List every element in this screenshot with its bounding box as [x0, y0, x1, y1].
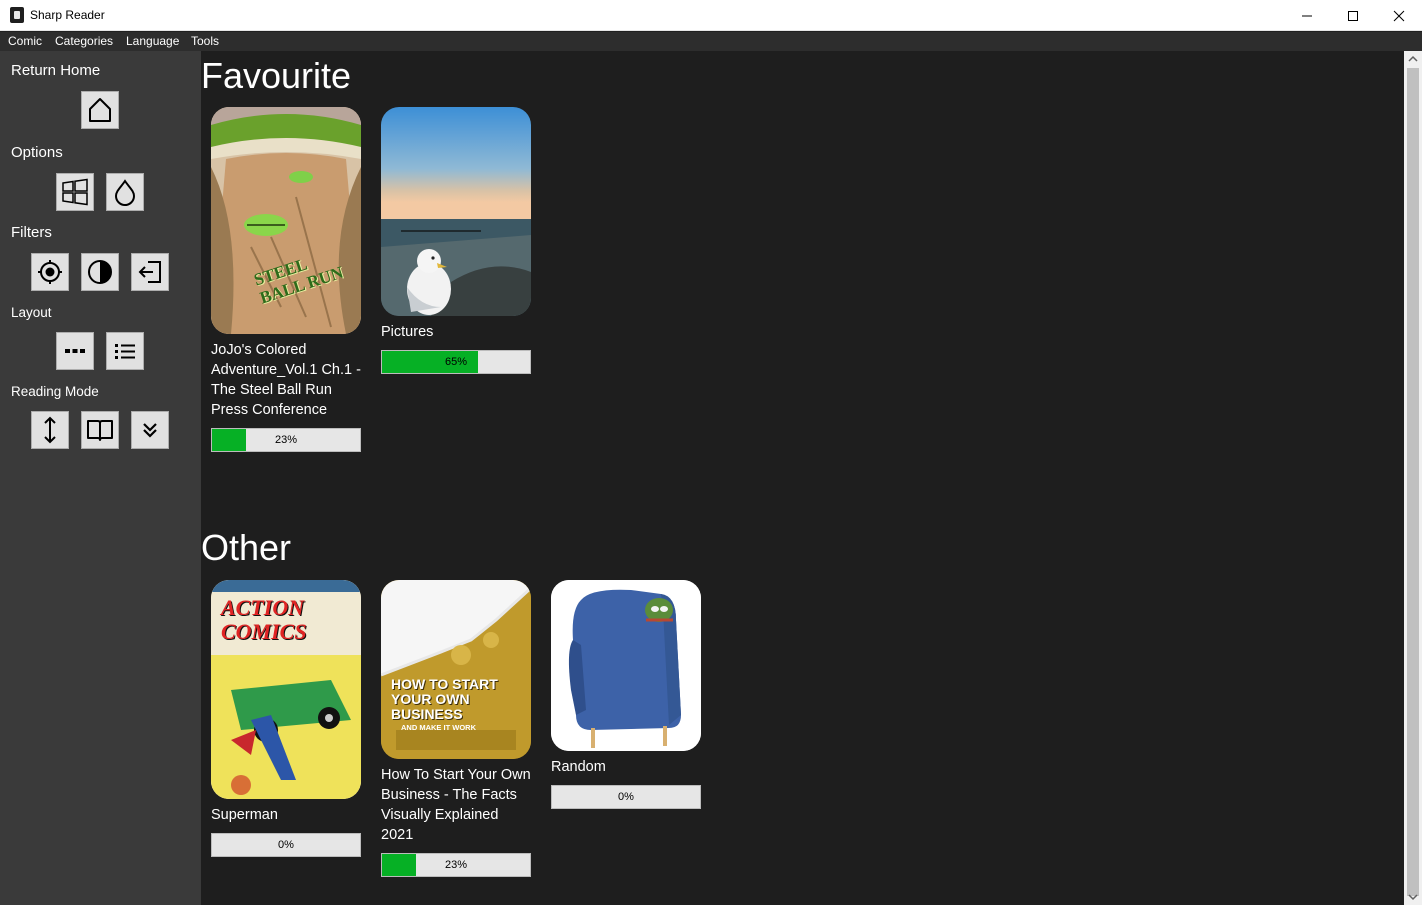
- sidebar: Return Home Options Filters Layout Readi…: [0, 51, 201, 905]
- reading-progress: 23%: [211, 428, 361, 452]
- layout-list-button[interactable]: [106, 332, 144, 370]
- vertical-mode-button[interactable]: [31, 411, 69, 449]
- minimize-button[interactable]: [1284, 0, 1330, 31]
- comic-title: How To Start Your Own Business - The Fac…: [381, 767, 531, 843]
- comic-card[interactable]: STEEL BALL RUN JoJo's Colored Adventure_…: [211, 107, 361, 452]
- comic-title: Pictures: [381, 324, 434, 340]
- minimize-icon: [1302, 15, 1312, 16]
- windows-icon: [62, 178, 88, 206]
- vertical-scroll-icon: [44, 416, 56, 444]
- reading-progress: 23%: [381, 853, 531, 877]
- comic-title: Random: [551, 759, 606, 775]
- comic-card[interactable]: ACTION COMICS Superman 0%: [211, 580, 361, 857]
- windows-option-button[interactable]: [56, 173, 94, 211]
- brightness-filter-button[interactable]: [31, 253, 69, 291]
- progress-label: 65%: [444, 356, 468, 368]
- reading-progress: 0%: [551, 785, 701, 809]
- menu-comic[interactable]: Comic: [8, 34, 42, 48]
- comic-title: JoJo's Colored Adventure_Vol.1 Ch.1 - Th…: [211, 342, 361, 418]
- cover-title: ACTION COMICS: [221, 595, 307, 644]
- maximize-icon: [1348, 10, 1358, 21]
- comic-cover[interactable]: STEEL BALL RUN: [211, 107, 361, 334]
- comic-cover[interactable]: ACTION COMICS: [211, 580, 361, 799]
- favourite-section-title: Favourite: [201, 55, 352, 96]
- brightness-icon: [38, 260, 62, 284]
- layout-label: Layout: [11, 305, 52, 320]
- scroll-up-icon[interactable]: [1404, 51, 1422, 67]
- scroll-down-icon[interactable]: [1404, 889, 1422, 905]
- contrast-icon: [88, 260, 112, 284]
- color-option-button[interactable]: [106, 173, 144, 211]
- exit-icon: [138, 261, 161, 283]
- progress-label: 0%: [618, 791, 634, 803]
- library-panel: Favourite STEEL BALL RUN JoJo's Colored …: [201, 51, 1404, 905]
- cover-subtitle: AND MAKE IT WORK: [401, 723, 476, 732]
- menu-tools[interactable]: Tools: [191, 34, 219, 48]
- book-icon: [87, 420, 113, 441]
- maximize-button[interactable]: [1330, 0, 1376, 31]
- scroll-thumb[interactable]: [1407, 68, 1419, 896]
- book-mode-button[interactable]: [81, 411, 119, 449]
- comic-cover[interactable]: [551, 580, 701, 751]
- progress-label: 0%: [278, 839, 294, 851]
- progress-label: 23%: [444, 859, 468, 871]
- contrast-filter-button[interactable]: [81, 253, 119, 291]
- exit-filter-button[interactable]: [131, 253, 169, 291]
- comic-cover[interactable]: HOW TO START YOUR OWN BUSINESS AND MAKE …: [381, 580, 531, 759]
- comic-cover[interactable]: [381, 107, 531, 316]
- menu-bar: Comic Categories Language Tools: [0, 31, 1422, 52]
- progress-label: 23%: [274, 434, 298, 446]
- home-icon: [89, 98, 111, 122]
- layout-grid-button[interactable]: [56, 332, 94, 370]
- list-icon: [115, 344, 135, 359]
- title-bar: Sharp Reader: [0, 0, 1422, 31]
- double-chevron-down-icon: [143, 423, 157, 438]
- reading-progress: 0%: [211, 833, 361, 857]
- drop-icon: [114, 179, 136, 206]
- comic-title: Superman: [211, 807, 278, 823]
- comic-card[interactable]: Random 0%: [551, 580, 701, 809]
- return-home-button[interactable]: [81, 91, 119, 129]
- return-home-label: Return Home: [11, 62, 101, 79]
- close-icon: [1393, 10, 1405, 21]
- cover-title: HOW TO START YOUR OWN BUSINESS: [391, 676, 498, 722]
- options-label: Options: [11, 144, 63, 161]
- reading-progress: 65%: [381, 350, 531, 374]
- menu-categories[interactable]: Categories: [55, 34, 113, 48]
- app-icon: [10, 7, 24, 23]
- comic-card[interactable]: Pictures 65%: [381, 107, 531, 374]
- vertical-scrollbar[interactable]: [1404, 51, 1422, 905]
- reading-mode-label: Reading Mode: [11, 384, 99, 399]
- scroll-down-mode-button[interactable]: [131, 411, 169, 449]
- comic-card[interactable]: HOW TO START YOUR OWN BUSINESS AND MAKE …: [381, 580, 531, 877]
- other-section-title: Other: [201, 527, 292, 568]
- window-title: Sharp Reader: [30, 8, 105, 22]
- menu-language[interactable]: Language: [126, 34, 179, 48]
- close-button[interactable]: [1376, 0, 1422, 31]
- dots-icon: [65, 349, 85, 353]
- filters-label: Filters: [11, 224, 52, 241]
